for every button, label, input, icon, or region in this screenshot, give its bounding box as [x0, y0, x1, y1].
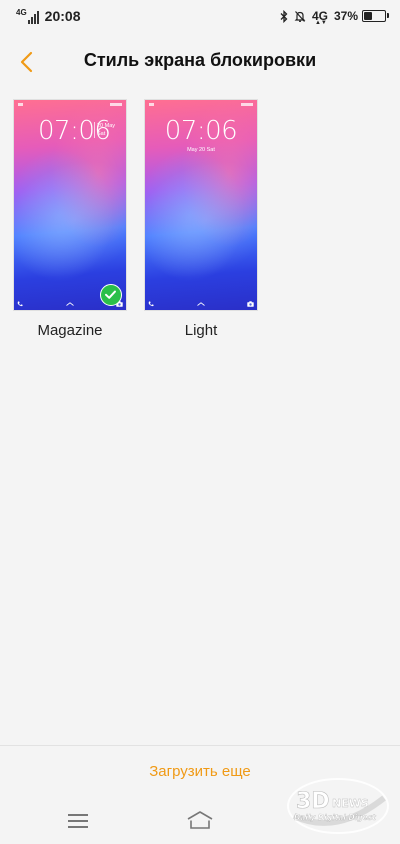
- menu-icon[interactable]: [68, 812, 88, 828]
- home-icon[interactable]: [186, 810, 214, 830]
- preview-status-bar: [149, 103, 253, 107]
- page-title: Стиль экрана блокировки: [83, 50, 317, 70]
- style-label-light: Light: [184, 322, 218, 339]
- status-bar: 4G 20:08 4G ▲▼ 37%: [0, 0, 400, 34]
- bluetooth-icon: [280, 9, 288, 23]
- preview-time: 07:06: [164, 116, 238, 146]
- phone-icon: [148, 301, 154, 307]
- data-arrows-icon: ▲▼: [314, 20, 327, 26]
- lockscreen-styles-grid: 07:06 20 May Sat Magazine 07:06 May 20 S…: [13, 99, 258, 339]
- selected-check-icon: [100, 284, 122, 306]
- network-type-right: 4G ▲▼: [312, 9, 328, 26]
- phone-icon: [17, 301, 23, 307]
- battery-icon: [362, 10, 389, 22]
- network-type-left: 4G: [16, 8, 27, 17]
- status-time: 20:08: [44, 8, 81, 24]
- style-card-light[interactable]: 07:06 May 20 Sat Light: [144, 99, 258, 339]
- signal-icon: [27, 11, 39, 24]
- camera-icon: [247, 301, 254, 307]
- preview-bottom-bar: [148, 299, 254, 307]
- status-right: 4G ▲▼ 37%: [274, 9, 389, 26]
- battery-percent: 37%: [333, 9, 358, 23]
- header: Стиль экрана блокировки: [0, 40, 400, 84]
- bell-muted-icon: [294, 10, 306, 22]
- wallpaper-wave: [145, 131, 257, 309]
- navigation-bar: [0, 800, 400, 844]
- style-preview-magazine[interactable]: 07:06 20 May Sat: [13, 99, 127, 311]
- battery-fill: [364, 12, 373, 20]
- wallpaper-wave: [14, 131, 126, 309]
- style-label-magazine: Magazine: [37, 322, 103, 339]
- footer-divider: [0, 745, 400, 746]
- preview-date-weekday: Sat: [97, 131, 106, 137]
- style-preview-light[interactable]: 07:06 May 20 Sat: [144, 99, 258, 311]
- preview-date: 20 May Sat: [94, 122, 115, 138]
- download-more-button[interactable]: Загрузить еще: [0, 763, 400, 780]
- style-card-magazine[interactable]: 07:06 20 May Sat Magazine: [13, 99, 127, 339]
- preview-date: May 20 Sat: [187, 147, 215, 153]
- swipe-up-icon: [197, 302, 205, 306]
- status-left: 4G 20:08: [16, 8, 80, 24]
- preview-status-bar: [18, 103, 122, 107]
- swipe-up-icon: [66, 302, 74, 306]
- preview-date-day: 20 May: [97, 123, 116, 129]
